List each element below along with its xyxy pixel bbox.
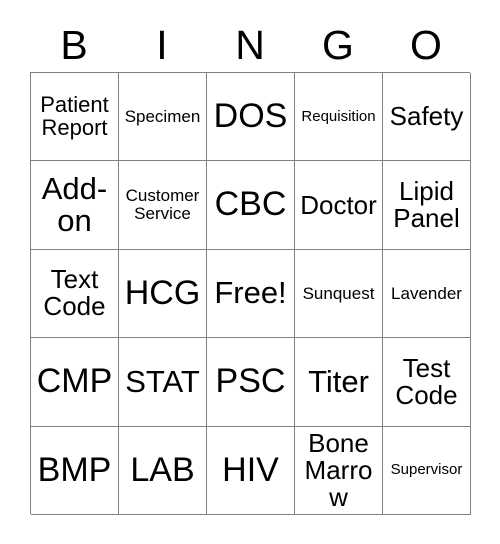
bingo-cell-o2[interactable]: Lipid Panel (383, 161, 471, 250)
bingo-cell-b4[interactable]: CMP (31, 338, 119, 427)
bingo-cell-label: HCG (124, 273, 201, 312)
bingo-cell-label: Lipid Panel (393, 176, 460, 234)
bingo-cell-label: Requisition (301, 107, 376, 125)
bingo-cell-label: PSC (215, 362, 286, 401)
bingo-cell-label: Titer (308, 363, 369, 399)
bingo-cell-label: CMP (36, 362, 113, 401)
bingo-cell-o5[interactable]: Supervisor (383, 426, 471, 515)
bingo-cell-i1[interactable]: Specimen (119, 73, 207, 162)
header-letter-g: G (322, 21, 354, 68)
header-letter-b: B (60, 21, 88, 68)
bingo-cell-label: Supervisor (390, 461, 463, 479)
bingo-cell-b2[interactable]: Add-on (31, 161, 119, 250)
bingo-cell-g2[interactable]: Doctor (295, 161, 383, 250)
bingo-cell-label: BMP (37, 450, 112, 489)
bingo-cell-label: STAT (125, 363, 200, 399)
bingo-cell-label: Bone Marrow (304, 427, 373, 512)
bingo-cell-label: HIV (222, 450, 279, 489)
bingo-cell-label: Customer Service (125, 186, 200, 224)
bingo-cell-label: Test Code (395, 352, 458, 410)
bingo-cell-o1[interactable]: Safety (383, 73, 471, 162)
bingo-cell-i3[interactable]: HCG (119, 249, 207, 339)
bingo-card: B I N G O Patient Report Specimen DOS Re… (0, 0, 500, 544)
bingo-cell-label: Lavender (391, 283, 462, 303)
bingo-cell-b3[interactable]: Text Code (31, 249, 119, 339)
bingo-cell-i4[interactable]: STAT (119, 338, 207, 427)
bingo-cell-o3[interactable]: Lavender (383, 249, 471, 339)
bingo-cell-g4[interactable]: Titer (295, 338, 383, 427)
bingo-cell-n2[interactable]: CBC (207, 161, 295, 250)
bingo-header-row: B I N G O (30, 18, 470, 72)
bingo-cell-label: CBC (214, 185, 287, 224)
bingo-cell-g3[interactable]: Sunquest (295, 249, 383, 339)
header-letter-n: N (235, 21, 265, 68)
bingo-cell-label: DOS (213, 97, 288, 136)
bingo-cell-label: Doctor (300, 189, 377, 220)
bingo-cell-n1[interactable]: DOS (207, 73, 295, 162)
bingo-cell-g5[interactable]: Bone Marrow (295, 426, 383, 515)
bingo-cell-label: Text Code (43, 264, 106, 322)
bingo-cell-free-space[interactable]: Free! (207, 249, 295, 339)
bingo-cell-label: Sunquest (302, 283, 375, 303)
bingo-cell-n4[interactable]: PSC (207, 338, 295, 427)
bingo-cell-i2[interactable]: Customer Service (119, 161, 207, 250)
bingo-cell-label: Safety (389, 101, 464, 132)
bingo-cell-label: Add-on (41, 170, 108, 239)
bingo-cell-i5[interactable]: LAB (119, 426, 207, 515)
bingo-cell-label: Free! (214, 275, 287, 311)
bingo-cell-o4[interactable]: Test Code (383, 338, 471, 427)
bingo-cell-label: LAB (130, 450, 195, 489)
header-letter-i: I (156, 21, 168, 68)
bingo-cell-label: Patient Report (40, 91, 109, 140)
bingo-cell-g1[interactable]: Requisition (295, 73, 383, 162)
bingo-grid: Patient Report Specimen DOS Requisition … (30, 72, 471, 515)
bingo-cell-n5[interactable]: HIV (207, 426, 295, 515)
header-letter-o: O (410, 21, 442, 68)
bingo-cell-label: Specimen (124, 106, 201, 126)
bingo-cell-b5[interactable]: BMP (31, 426, 119, 515)
bingo-cell-b1[interactable]: Patient Report (31, 73, 119, 162)
